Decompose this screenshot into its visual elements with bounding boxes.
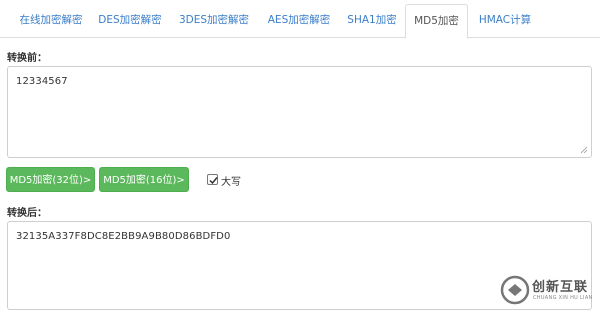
tab-online-encrypt[interactable]: 在线加密解密 [12, 4, 90, 38]
watermark-title: 创新互联 [532, 280, 589, 295]
md5-32-button[interactable]: MD5加密(32位)> [6, 167, 95, 192]
input-textarea[interactable]: 12334567 [7, 66, 592, 158]
uppercase-checkbox[interactable] [207, 174, 218, 185]
tab-sha1[interactable]: SHA1加密 [342, 4, 402, 38]
uppercase-label: 大写 [221, 177, 241, 188]
tab-des[interactable]: DES加密解密 [92, 4, 168, 38]
input-text: 12334567 [16, 76, 68, 87]
tab-3des[interactable]: 3DES加密解密 [172, 4, 256, 38]
tab-aes[interactable]: AES加密解密 [260, 4, 338, 38]
watermark-subtitle: CHUANG XIN HU LIAN [533, 295, 593, 301]
watermark-logo: 创新互联 CHUANG XIN HU LIAN [500, 272, 596, 308]
resize-handle-icon[interactable] [580, 146, 588, 154]
input-label: 转换前： [7, 53, 47, 64]
checkmark-icon [209, 177, 218, 185]
output-label: 转换后： [7, 208, 47, 219]
tab-bar: 在线加密解密 DES加密解密 3DES加密解密 AES加密解密 SHA1加密 M… [0, 0, 600, 39]
tab-hmac[interactable]: HMAC计算 [473, 4, 537, 38]
output-text: 32135A337F8DC8E2BB9A9B80D86BDFD0 [16, 231, 231, 242]
tab-md5[interactable]: MD5加密 [405, 4, 468, 39]
brand-logo-icon [500, 275, 530, 305]
md5-16-button[interactable]: MD5加密(16位)> [99, 167, 189, 192]
